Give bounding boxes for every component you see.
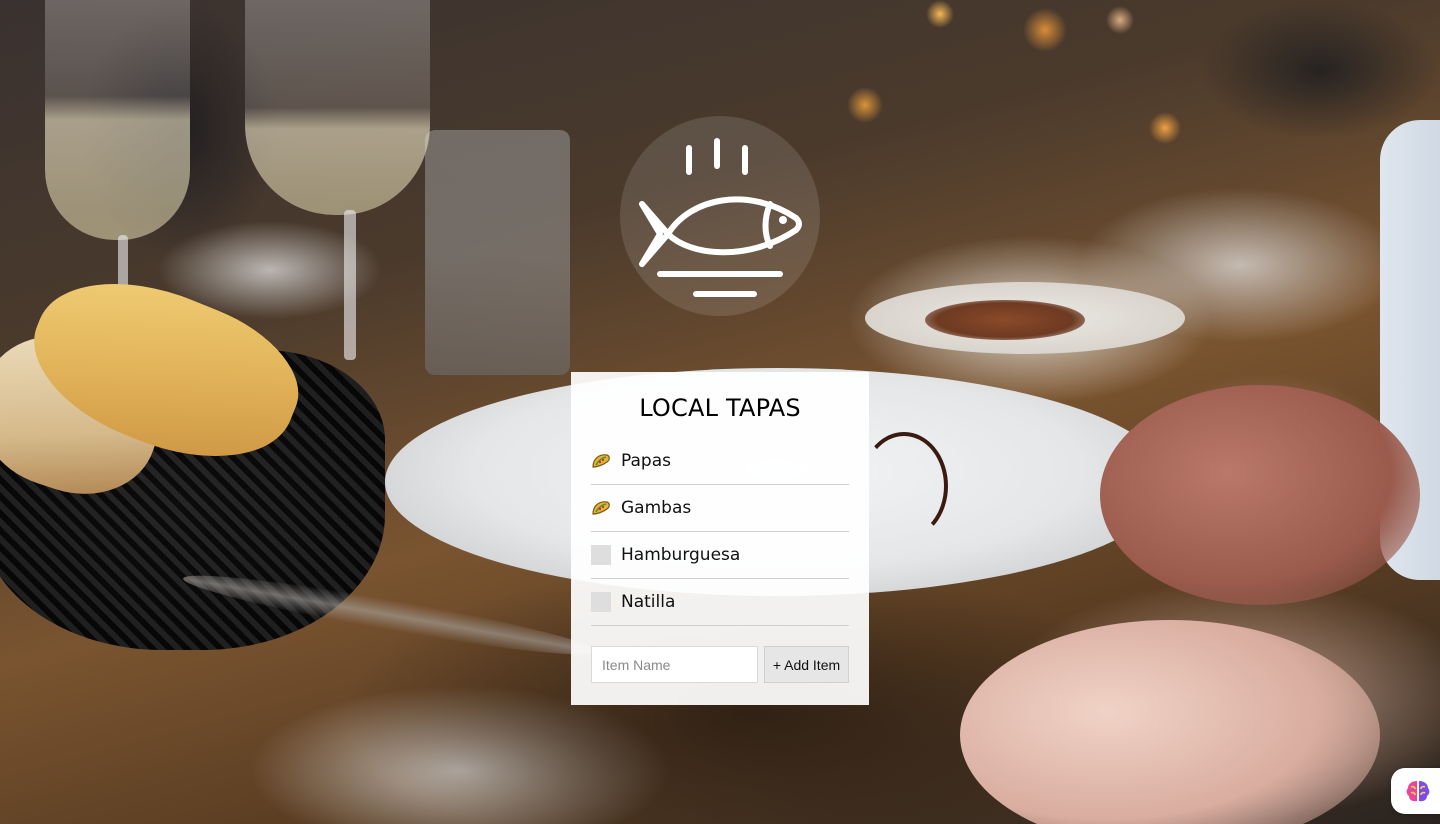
- item-label: Hamburguesa: [621, 545, 741, 565]
- list-item[interactable]: Natilla: [591, 579, 849, 626]
- add-item-form: + Add Item: [591, 646, 849, 683]
- tapas-list-card: LOCAL TAPAS Papas Gambas Hamburguesa Nat…: [571, 372, 869, 705]
- taco-icon[interactable]: [591, 451, 611, 471]
- add-item-button[interactable]: + Add Item: [764, 646, 849, 683]
- fish-dish-icon: [620, 116, 820, 316]
- hand: [1100, 385, 1420, 605]
- list-item[interactable]: Papas: [591, 438, 849, 485]
- item-name-input[interactable]: [591, 646, 758, 683]
- back-plate-food: [925, 300, 1085, 340]
- assistant-widget[interactable]: [1391, 768, 1440, 814]
- taco-icon[interactable]: [591, 498, 611, 518]
- checkbox-icon[interactable]: [591, 545, 611, 565]
- item-label: Papas: [621, 451, 671, 471]
- background-shadow: [1200, 0, 1440, 140]
- wine-glass-stem: [344, 210, 356, 360]
- app-title: LOCAL TAPAS: [639, 394, 801, 422]
- plate-sauce: [860, 432, 948, 540]
- item-list: Papas Gambas Hamburguesa Natilla: [591, 438, 849, 626]
- list-item[interactable]: Hamburguesa: [591, 532, 849, 579]
- list-item[interactable]: Gambas: [591, 485, 849, 532]
- water-glass: [425, 130, 570, 375]
- checkbox-icon[interactable]: [591, 592, 611, 612]
- wine-glass: [45, 0, 190, 240]
- item-label: Gambas: [621, 498, 692, 518]
- wine-glass: [245, 0, 430, 215]
- item-label: Natilla: [621, 592, 676, 612]
